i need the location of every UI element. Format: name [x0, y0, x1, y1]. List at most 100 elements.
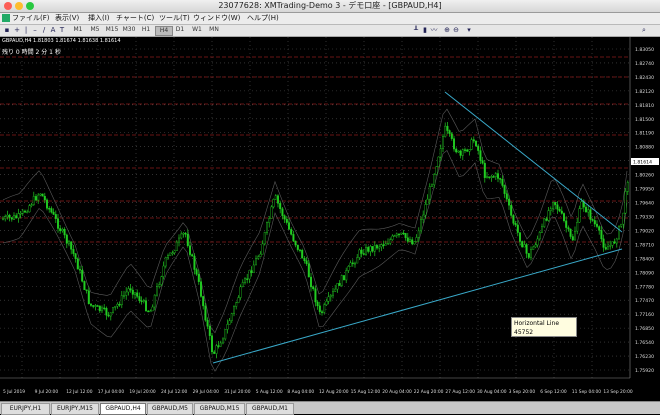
candlestick-icon[interactable]: ▮ [421, 26, 429, 34]
bid-price-label: 1.81614 [633, 160, 652, 166]
tab-gbpaud-h4[interactable]: GBPAUD,H4 [100, 403, 146, 415]
candle-body [365, 247, 368, 255]
price-chart[interactable]: 1.83050 1.82740 1.82430 1.82120 1.81810 1.815… [0, 37, 660, 401]
candle-body [312, 286, 315, 290]
timeframe-mn[interactable]: MN [206, 26, 222, 34]
window-title: 23077628: XMTrading-Demo 3 - デモ口座 - [GBP… [218, 1, 442, 10]
candle-body [217, 345, 220, 347]
timeframe-h4[interactable]: H4 [155, 26, 173, 36]
dropdown-icon[interactable]: ▾ [465, 26, 473, 34]
candle-body [111, 307, 114, 313]
candle-body [387, 243, 390, 245]
candle-body [204, 305, 207, 321]
candle-body [210, 335, 213, 353]
candle-body [83, 281, 86, 290]
time-axis-label: 24 Jul 12:00 [161, 389, 188, 395]
tab-gbpaud-m5[interactable]: GBPAUD,M5 [147, 403, 193, 415]
line-chart-icon[interactable]: 〰 [430, 26, 438, 34]
menu-view[interactable]: 表示(V) [55, 13, 79, 24]
candle-body [30, 204, 33, 206]
tab-gbpaud-m1[interactable]: GBPAUD,M1 [246, 403, 294, 415]
candle-body [538, 232, 541, 240]
title-bar: 23077628: XMTrading-Demo 3 - デモ口座 - [GBP… [0, 0, 660, 13]
tab-gbpaud-m15[interactable]: GBPAUD,M15 [194, 403, 245, 415]
candle-body [92, 305, 95, 307]
candle-body [593, 220, 596, 225]
candle-body [162, 265, 165, 277]
candle-body [180, 233, 183, 239]
new-chart-icon[interactable]: ▪ [3, 26, 11, 34]
timeframe-m15[interactable]: M15 [104, 26, 120, 34]
candle-body [457, 150, 460, 153]
candle-body [426, 198, 429, 205]
symbol-info: GBPAUD,H4 1.81803 1.81674 1.81638 1.8161… [2, 38, 121, 44]
tab-eurjpy-m15[interactable]: EURJPY,M15 [51, 403, 99, 415]
menu-help[interactable]: ヘルプ(H) [247, 13, 279, 24]
zoom-out-icon[interactable]: ⊖ [452, 26, 460, 34]
price-axis-label: 1.76230 [635, 354, 654, 360]
price-axis-label: 1.80880 [635, 145, 654, 151]
trendline-icon[interactable]: / [40, 26, 48, 34]
price-axis-label: 1.77160 [635, 312, 654, 318]
candle-body [144, 300, 147, 312]
menu-insert[interactable]: 挿入(I) [88, 13, 110, 24]
timeframe-m30[interactable]: M30 [121, 26, 137, 34]
candle-body [431, 184, 434, 187]
menu-file[interactable]: ファイル(F) [12, 13, 50, 24]
timeframe-h1[interactable]: H1 [138, 26, 154, 34]
menu-window[interactable]: ウィンドウ(W) [193, 13, 240, 24]
price-axis-label: 1.79020 [635, 228, 654, 234]
candle-body [417, 230, 420, 238]
candle-body [437, 156, 440, 167]
candle-body [257, 256, 260, 259]
candle-body [325, 300, 328, 306]
crosshair-icon[interactable]: + [13, 26, 21, 34]
candle-body [301, 250, 304, 259]
candle-body [127, 288, 130, 293]
candle-body [571, 236, 574, 241]
menu-tools[interactable]: ツール(T) [159, 13, 190, 24]
candle-body [615, 238, 618, 244]
candle-body [250, 270, 253, 273]
candle-body [109, 312, 112, 317]
tab-eurjpy-h1[interactable]: EURJPY,H1 [1, 403, 50, 415]
candle-body [527, 253, 530, 258]
horizontal-line-icon[interactable]: – [31, 26, 39, 34]
search-icon[interactable]: ⌕ [640, 26, 648, 34]
time-axis-label: 20 Aug 04:00 [382, 389, 412, 395]
candle-body [195, 269, 198, 275]
candle-body [140, 300, 143, 302]
timeframe-w1[interactable]: W1 [189, 26, 205, 34]
time-axis-label: 29 Jul 04:00 [193, 389, 220, 395]
candle-body [46, 199, 49, 209]
candle-body [338, 283, 341, 286]
candle-body [580, 201, 583, 209]
candle-body [442, 136, 445, 149]
candle-body [356, 257, 359, 264]
timeframe-m1[interactable]: M1 [70, 26, 86, 34]
candle-body [422, 214, 425, 220]
candle-body [398, 233, 401, 236]
candle-body [67, 241, 70, 244]
candle-body [98, 305, 101, 312]
candle-body [103, 307, 106, 310]
candle-body [155, 286, 158, 296]
candle-body [54, 214, 57, 219]
text-icon[interactable]: A [49, 26, 57, 34]
bar-chart-icon[interactable]: ╨ [412, 26, 420, 34]
candle-body [26, 211, 29, 214]
vertical-line-icon[interactable]: | [22, 26, 30, 34]
candle-body [290, 229, 293, 235]
menu-chart[interactable]: チャート(C) [116, 13, 154, 24]
bar-countdown: 残り 0 時間 2 分 1 秒 [2, 49, 61, 56]
candle-body [389, 239, 392, 244]
candle-body [202, 296, 205, 307]
time-axis-label: 31 Jul 20:00 [224, 389, 251, 395]
candle-body [138, 296, 141, 301]
candle-body [96, 305, 99, 307]
timeframe-d1[interactable]: D1 [172, 26, 188, 34]
timeframe-m5[interactable]: M5 [87, 26, 103, 34]
zoom-in-icon[interactable]: ⊕ [443, 26, 451, 34]
label-icon[interactable]: T [58, 26, 66, 34]
candle-body [78, 268, 81, 271]
